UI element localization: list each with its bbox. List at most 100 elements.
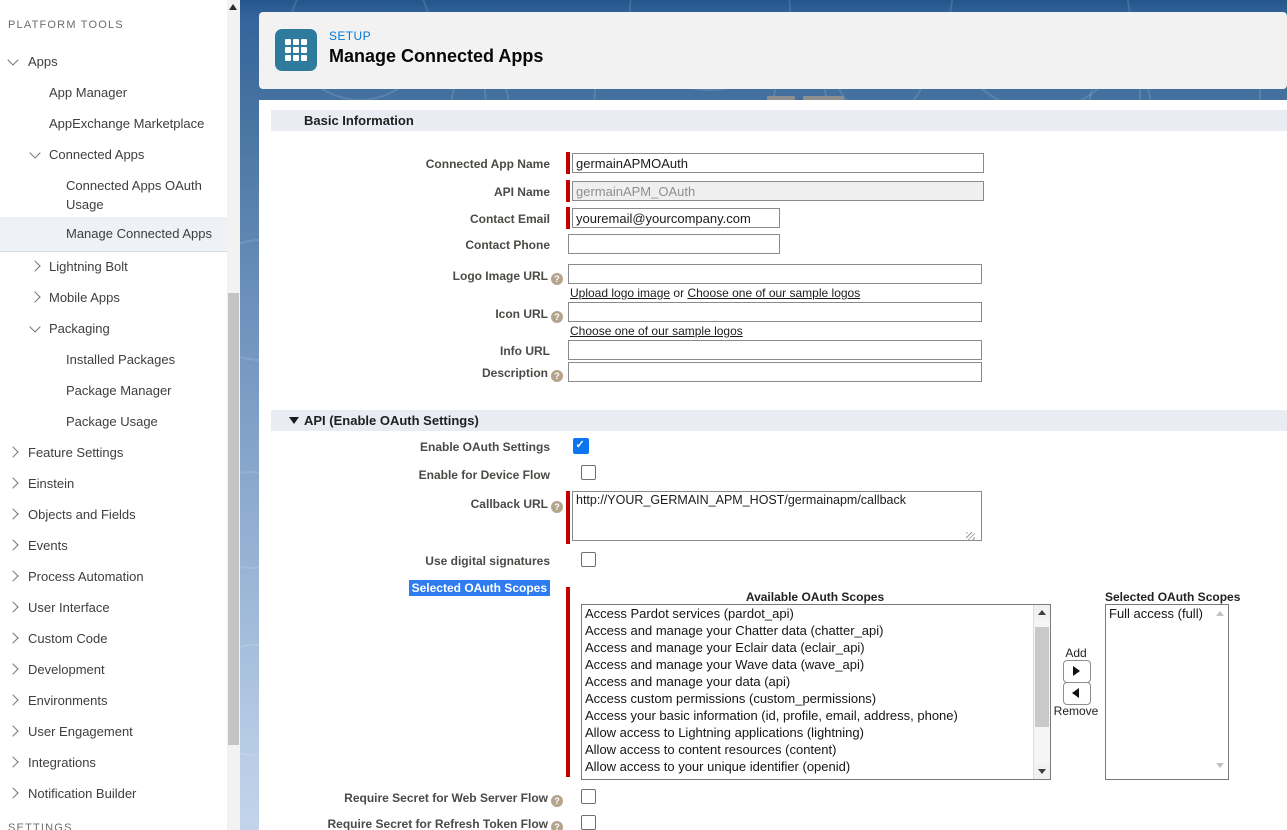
oauth-scopes-label: Selected OAuth Scopes <box>200 581 563 595</box>
scope-option[interactable]: Access and manage your Wave data (wave_a… <box>582 656 1050 673</box>
settings-header: SETTINGS <box>8 822 73 830</box>
sidebar-item-lightning-bolt[interactable]: Lightning Bolt <box>0 257 227 276</box>
required-bar <box>566 180 570 202</box>
left-arrow-icon <box>1072 688 1079 698</box>
sidebar-item-package-manager[interactable]: Package Manager <box>0 381 227 400</box>
help-icon[interactable]: ? <box>551 795 563 807</box>
collapse-triangle-icon[interactable] <box>289 417 299 424</box>
sidebar-scrollbar-thumb[interactable] <box>228 293 239 745</box>
page-title: Manage Connected Apps <box>329 46 543 67</box>
sidebar-item-label: User Engagement <box>0 722 227 741</box>
cutoff-button[interactable] <box>767 96 795 100</box>
connected-app-name-input[interactable] <box>572 153 984 173</box>
scope-option[interactable]: Access and manage your Chatter data (cha… <box>582 622 1050 639</box>
sidebar-item-notification-builder[interactable]: Notification Builder <box>0 784 227 803</box>
scope-option[interactable]: Access your basic information (id, profi… <box>582 707 1050 724</box>
listbox-scrollbar[interactable] <box>1033 605 1050 779</box>
sidebar-item-environments[interactable]: Environments <box>0 691 227 710</box>
scroll-down-icon[interactable] <box>1216 763 1224 768</box>
sidebar-item-user-interface[interactable]: User Interface <box>0 598 227 617</box>
sidebar-item-user-engagement[interactable]: User Engagement <box>0 722 227 741</box>
section-basic-information: Basic Information <box>271 110 1287 131</box>
sidebar-item-package-usage[interactable]: Package Usage <box>0 412 227 431</box>
scroll-down-button[interactable] <box>1034 764 1050 779</box>
scope-option[interactable]: Access and manage your Eclair data (ecla… <box>582 639 1050 656</box>
sample-logos-link[interactable]: Choose one of our sample logos <box>570 324 743 338</box>
sidebar-item-label: Manage Connected Apps <box>0 224 227 243</box>
icon-url-label: Icon URL? <box>200 307 563 323</box>
scope-option[interactable]: Access custom permissions (custom_permis… <box>582 690 1050 707</box>
sidebar-item-custom-code[interactable]: Custom Code <box>0 629 227 648</box>
api-name-input <box>572 181 984 201</box>
sidebar-item-installed-packages[interactable]: Installed Packages <box>0 350 227 369</box>
sidebar-item-label: Feature Settings <box>0 443 227 462</box>
callback-url-textarea[interactable]: http://YOUR_GERMAIN_APM_HOST/germainapm/… <box>572 491 982 541</box>
upload-logo-link[interactable]: Upload logo image <box>570 286 670 300</box>
sidebar-item-connected-apps[interactable]: Connected Apps <box>0 145 227 164</box>
require-secret-web-checkbox[interactable] <box>581 789 596 804</box>
scroll-up-button[interactable] <box>1034 605 1050 620</box>
logo-links: Upload logo image or Choose one of our s… <box>570 286 860 300</box>
description-input[interactable] <box>568 362 982 382</box>
sidebar-item-development[interactable]: Development <box>0 660 227 679</box>
sidebar-item-events[interactable]: Events <box>0 536 227 555</box>
sample-logos-link[interactable]: Choose one of our sample logos <box>687 286 860 300</box>
required-bar <box>566 587 570 777</box>
scope-option[interactable]: Access and manage your data (api) <box>582 673 1050 690</box>
sidebar-item-label: Package Manager <box>0 381 227 400</box>
sidebar-scrollbar[interactable] <box>227 0 240 830</box>
contact-phone-input[interactable] <box>568 234 780 254</box>
help-icon[interactable]: ? <box>551 501 563 513</box>
scope-option[interactable]: Allow access to your unique identifier (… <box>582 758 1050 775</box>
info-url-input[interactable] <box>568 340 982 360</box>
require-secret-web-label: Require Secret for Web Server Flow? <box>200 791 563 807</box>
scope-option[interactable]: Allow access to Lightning applications (… <box>582 724 1050 741</box>
help-icon[interactable]: ? <box>551 273 563 285</box>
scope-option[interactable]: Access Pardot services (pardot_api) <box>582 605 1050 622</box>
remove-scope-button[interactable] <box>1063 682 1091 705</box>
require-secret-refresh-checkbox[interactable] <box>581 815 596 830</box>
sidebar-item-objects-and-fields[interactable]: Objects and Fields <box>0 505 227 524</box>
sidebar-item-integrations[interactable]: Integrations <box>0 753 227 772</box>
contact-email-input[interactable] <box>572 208 780 228</box>
help-icon[interactable]: ? <box>551 311 563 323</box>
cutoff-button[interactable] <box>803 96 844 100</box>
scope-option[interactable]: Allow access to content resources (conte… <box>582 741 1050 758</box>
device-flow-checkbox[interactable] <box>581 465 596 480</box>
listbox-scrollbar[interactable] <box>1212 605 1228 779</box>
required-bar <box>566 491 570 544</box>
sidebar-item-einstein[interactable]: Einstein <box>0 474 227 493</box>
add-scope-button[interactable] <box>1063 660 1091 683</box>
scroll-up-icon[interactable] <box>1216 611 1224 616</box>
sidebar-item-label: Integrations <box>0 753 227 772</box>
sidebar-item-label: Development <box>0 660 227 679</box>
sidebar-item-connected-apps-oauth-usage[interactable]: Connected Apps OAuth Usage <box>0 176 227 214</box>
digital-signatures-checkbox[interactable] <box>581 552 596 567</box>
sidebar-item-packaging[interactable]: Packaging <box>0 319 227 338</box>
sidebar-item-label: Connected Apps OAuth Usage <box>0 176 227 214</box>
sidebar-item-apps[interactable]: Apps <box>0 52 227 71</box>
callback-url-label: Callback URL? <box>200 497 563 513</box>
sidebar-item-appexchange-marketplace[interactable]: AppExchange Marketplace <box>0 114 227 133</box>
scroll-up-icon[interactable] <box>229 4 237 10</box>
logo-image-url-input[interactable] <box>568 264 982 284</box>
textarea-resize-handle[interactable] <box>966 532 975 541</box>
scope-option[interactable]: Full access (full) <box>1106 605 1228 622</box>
icon-url-input[interactable] <box>568 302 982 322</box>
help-icon[interactable]: ? <box>551 821 563 830</box>
setup-header-card: SETUP Manage Connected Apps <box>259 12 1287 89</box>
sidebar-item-process-automation[interactable]: Process Automation <box>0 567 227 586</box>
sidebar-item-feature-settings[interactable]: Feature Settings <box>0 443 227 462</box>
selected-scopes-listbox[interactable]: Full access (full) <box>1105 604 1229 780</box>
available-scopes-listbox[interactable]: Access Pardot services (pardot_api)Acces… <box>581 604 1051 780</box>
setup-sidebar: PLATFORM TOOLS SETTINGS Apps App Manager A… <box>0 0 227 830</box>
sidebar-item-label: Einstein <box>0 474 227 493</box>
sidebar-item-mobile-apps[interactable]: Mobile Apps <box>0 288 227 307</box>
contact-phone-label: Contact Phone <box>200 238 563 252</box>
sidebar-item-manage-connected-apps[interactable]: Manage Connected Apps <box>0 217 227 252</box>
listbox-scrollbar-thumb[interactable] <box>1035 627 1049 727</box>
enable-oauth-checkbox[interactable] <box>573 438 589 454</box>
help-icon[interactable]: ? <box>551 370 563 382</box>
sidebar-item-app-manager[interactable]: App Manager <box>0 83 227 102</box>
platform-tools-header: PLATFORM TOOLS <box>8 19 124 31</box>
